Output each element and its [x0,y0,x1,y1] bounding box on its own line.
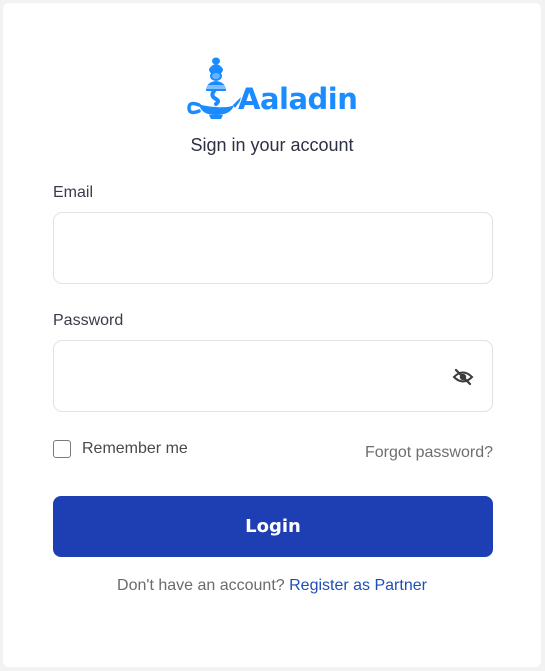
register-prompt-text: Don't have an account? [117,577,290,594]
login-button[interactable]: Login [53,496,493,557]
forgot-password-link[interactable]: Forgot password? [365,444,493,462]
password-label: Password [53,312,124,329]
remember-me[interactable]: Remember me [53,440,188,458]
remember-me-label: Remember me [82,440,188,457]
email-label: Email [53,184,94,201]
register-prompt: Don't have an account? Register as Partn… [3,577,541,595]
password-field-wrapper [53,340,493,412]
genie-lamp-icon [187,57,241,119]
password-field[interactable] [54,341,492,411]
remember-me-checkbox[interactable] [53,440,71,458]
login-card: Aaladin Sign in your account Email Passw… [3,3,541,667]
eye-slash-icon[interactable] [452,367,474,387]
brand-name: Aaladin [238,82,358,116]
email-field[interactable] [54,213,492,283]
email-field-wrapper [53,212,493,284]
brand-logo: Aaladin [185,55,367,121]
register-link[interactable]: Register as Partner [289,577,427,594]
page-subtitle: Sign in your account [190,135,354,155]
